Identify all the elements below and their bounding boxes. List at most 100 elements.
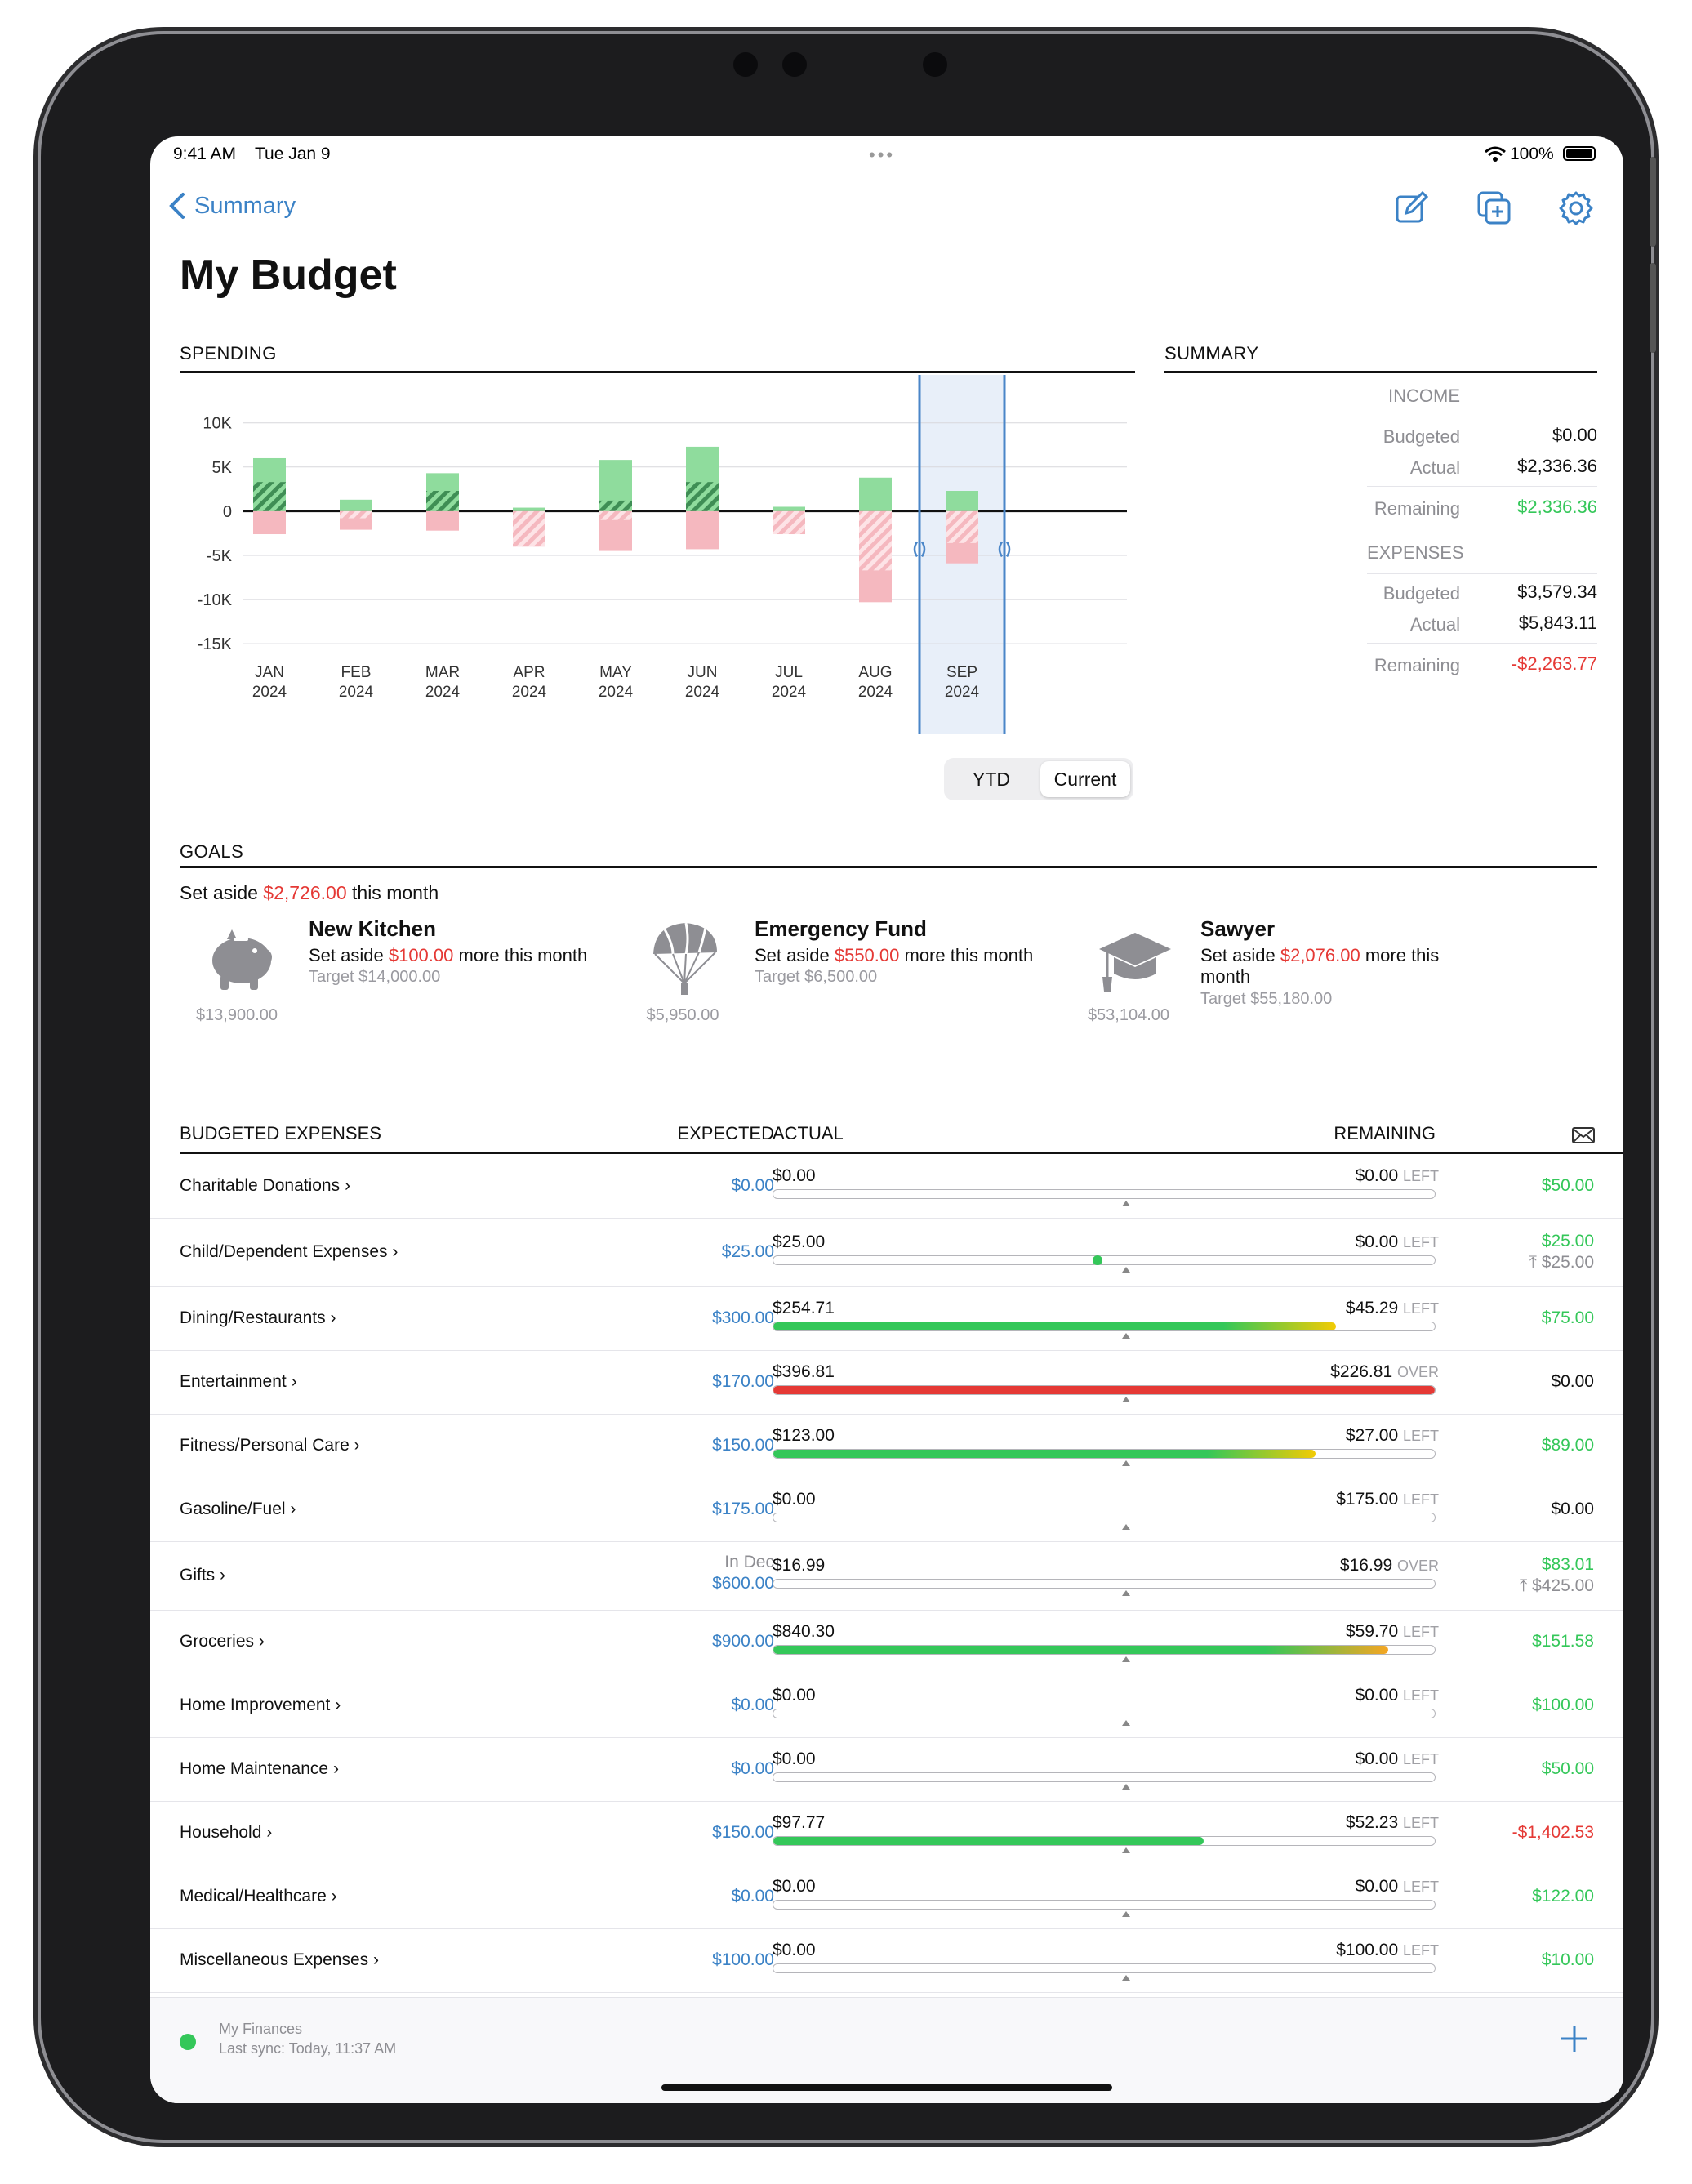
expense-row[interactable]: Gifts › In Dec $600.00 $16.99 $16.99 OVER $83… xyxy=(150,1541,1623,1611)
duplicate-icon[interactable] xyxy=(1476,190,1512,226)
category-label: Entertainment xyxy=(180,1372,287,1391)
category-label: Charitable Donations xyxy=(180,1176,341,1195)
goal-amount: $550.00 xyxy=(834,945,900,965)
toggle-ytd[interactable]: YTD xyxy=(944,758,1039,800)
today-marker-icon xyxy=(1122,1784,1130,1790)
category-name[interactable]: Gifts › xyxy=(180,1566,225,1585)
spending-divider xyxy=(180,371,1135,373)
x-tick-month: FEB xyxy=(341,664,372,681)
expense-row[interactable]: Child/Dependent Expenses › $25.00 $25.00 $0… xyxy=(150,1218,1623,1287)
toggle-current[interactable]: Current xyxy=(1040,761,1130,797)
actual-amount: $0.00 xyxy=(773,1166,816,1185)
parachute-icon xyxy=(653,922,717,995)
remaining-amount-group: $100.00 LEFT xyxy=(1336,1941,1439,1960)
category-name[interactable]: Child/Dependent Expenses › xyxy=(180,1242,398,1262)
goal-set-aside: Set aside $2,076.00 more this month xyxy=(1200,945,1478,987)
expense-bar xyxy=(686,510,719,550)
today-marker-icon xyxy=(1122,1201,1130,1206)
settings-gear-icon[interactable] xyxy=(1558,190,1594,226)
category-name[interactable]: Groceries › xyxy=(180,1632,265,1651)
status-date: Tue Jan 9 xyxy=(255,145,331,163)
expected-amount: $0.00 xyxy=(731,1759,774,1778)
carryover-amount: $10.00 xyxy=(1541,1950,1594,1969)
category-name[interactable]: Home Maintenance › xyxy=(180,1759,339,1779)
battery-percent: 100% xyxy=(1510,145,1554,163)
summary-section-label: SUMMARY xyxy=(1164,343,1259,363)
expense-row[interactable]: Gasoline/Fuel › $175.00 $0.00 $175.00 LEFT $… xyxy=(150,1478,1623,1542)
category-label: Fitness/Personal Care xyxy=(180,1436,350,1455)
set-aside-prefix: Set aside xyxy=(180,882,264,903)
remaining-suffix: LEFT xyxy=(1402,1624,1439,1640)
remaining-suffix: LEFT xyxy=(1402,1300,1439,1317)
category-name[interactable]: Entertainment › xyxy=(180,1372,297,1392)
set-aside-amount: $2,726.00 xyxy=(263,882,347,903)
income-hatched-bar xyxy=(426,491,459,511)
expected-amount: $150.00 xyxy=(712,1823,774,1842)
expense-row[interactable]: Miscellaneous Expenses › $100.00 $0.00 $100… xyxy=(150,1928,1623,1993)
expected-amount: $900.00 xyxy=(712,1632,774,1651)
set-aside-suffix: this month xyxy=(346,882,439,903)
remaining-amount-group: $16.99 OVER xyxy=(1340,1556,1439,1576)
ytd-current-toggle[interactable]: YTD Current xyxy=(944,758,1133,800)
category-name[interactable]: Home Improvement › xyxy=(180,1696,341,1715)
category-name[interactable]: Medical/Healthcare › xyxy=(180,1887,337,1906)
chevron-right-icon: › xyxy=(331,1887,337,1905)
category-name[interactable]: Charitable Donations › xyxy=(180,1176,350,1196)
expense-row[interactable]: Dining/Restaurants › $300.00 $254.71 $45.29… xyxy=(150,1286,1623,1351)
back-button[interactable]: Summary xyxy=(167,185,296,226)
rollover-amount-group: ⤒ $25.00 xyxy=(1529,1252,1594,1273)
remaining-suffix: LEFT xyxy=(1402,1428,1439,1444)
remaining-amount-group: $175.00 LEFT xyxy=(1336,1490,1439,1509)
goal-card-new-kitchen[interactable]: $13,900.00 New Kitchen Set aside $100.00… xyxy=(180,916,612,1031)
goal-target: Target $6,500.00 xyxy=(755,968,878,986)
compose-icon[interactable] xyxy=(1395,190,1429,225)
remaining-suffix: LEFT xyxy=(1402,1751,1439,1767)
expense-row[interactable]: Groceries › $900.00 $840.30 $59.70 LEFT $151… xyxy=(150,1610,1623,1674)
category-name[interactable]: Gasoline/Fuel › xyxy=(180,1500,296,1519)
income-actual-value: $2,336.36 xyxy=(1517,456,1597,476)
actual-amount: $123.00 xyxy=(773,1426,835,1445)
goal-card-sawyer[interactable]: $53,104.00 Sawyer Set aside $2,076.00 mo… xyxy=(1071,916,1594,1031)
add-plus-icon[interactable] xyxy=(1558,2022,1591,2055)
expense-row[interactable]: Medical/Healthcare › $0.00 $0.00 $0.00 LEFT… xyxy=(150,1865,1623,1929)
category-name[interactable]: Fitness/Personal Care › xyxy=(180,1436,360,1455)
goal-saved: $13,900.00 xyxy=(195,1006,278,1024)
expense-row[interactable]: Fitness/Personal Care › $150.00 $123.00 $27… xyxy=(150,1414,1623,1478)
envelope-icon[interactable] xyxy=(1571,1126,1596,1144)
budget-progress-bar xyxy=(773,1255,1436,1265)
remaining-amount: $0.00 xyxy=(1355,1232,1399,1251)
rollover-amount-group: ⤒ $425.00 xyxy=(1520,1576,1594,1597)
x-tick-year: 2024 xyxy=(685,684,720,701)
expense-row[interactable]: Household › $150.00 $97.77 $52.23 LEFT -$1,4… xyxy=(150,1801,1623,1865)
category-name[interactable]: Household › xyxy=(180,1823,272,1843)
remaining-suffix: LEFT xyxy=(1402,1687,1439,1704)
remaining-amount: $0.00 xyxy=(1355,1166,1399,1185)
category-label: Gifts xyxy=(180,1566,216,1585)
remaining-suffix: LEFT xyxy=(1402,1168,1439,1184)
chevron-right-icon: › xyxy=(354,1436,360,1455)
expense-row[interactable]: Charitable Donations › $0.00 $0.00 $0.00 LE… xyxy=(150,1154,1623,1219)
expense-row[interactable]: Entertainment › $170.00 $396.81 $226.81 OVE… xyxy=(150,1350,1623,1415)
today-marker-icon xyxy=(1122,1333,1130,1339)
carryover-amount: $122.00 xyxy=(1532,1887,1594,1905)
chevron-right-icon: › xyxy=(258,1632,265,1651)
expected-amount: $175.00 xyxy=(712,1500,774,1518)
expense-row[interactable]: Home Improvement › $0.00 $0.00 $0.00 LEFT $1… xyxy=(150,1674,1623,1738)
remaining-suffix: LEFT xyxy=(1402,1942,1439,1959)
category-label: Groceries xyxy=(180,1632,255,1651)
goal-name: Emergency Fund xyxy=(755,916,927,941)
multitask-dots-icon[interactable]: ••• xyxy=(869,145,895,166)
income-actual-label: Actual xyxy=(1409,457,1460,478)
y-tick-label: -15K xyxy=(198,635,233,653)
goal-amount: $2,076.00 xyxy=(1280,945,1360,965)
chevron-right-icon: › xyxy=(344,1176,350,1195)
spending-chart[interactable]: 10K 5K 0 -5K -10K -15K JAN 2024 FEB 2024 MAR 2024 AP… xyxy=(180,375,1135,751)
actual-amount: $97.77 xyxy=(773,1813,826,1832)
expected-note: In Dec xyxy=(724,1553,774,1571)
category-name[interactable]: Dining/Restaurants › xyxy=(180,1308,336,1328)
category-label: Medical/Healthcare xyxy=(180,1887,327,1905)
expense-row[interactable]: Home Maintenance › $0.00 $0.00 $0.00 LEFT $5… xyxy=(150,1737,1623,1802)
goal-card-emergency-fund[interactable]: $5,950.00 Emergency Fund Set aside $550.… xyxy=(626,916,1058,1031)
category-name[interactable]: Miscellaneous Expenses › xyxy=(180,1950,379,1970)
account-name: My Finances xyxy=(219,2021,303,2037)
